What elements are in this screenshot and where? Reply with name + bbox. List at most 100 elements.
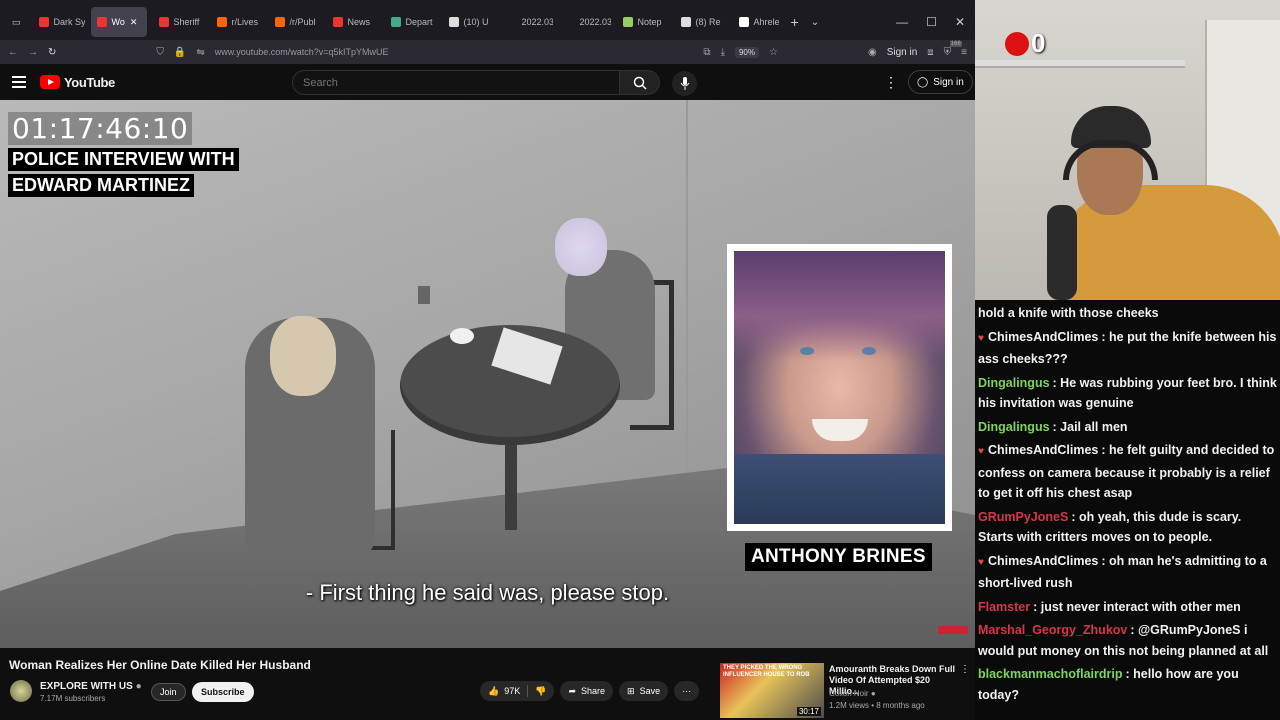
- tab-favicon-icon: [390, 17, 401, 27]
- voice-search-button[interactable]: [672, 71, 697, 96]
- browser-tab[interactable]: Notep: [617, 7, 669, 37]
- browser-tab[interactable]: Dark Sy: [33, 7, 85, 37]
- photo-image: [734, 251, 945, 524]
- tab-favicon-icon: [96, 17, 107, 27]
- chat-message: hold a knife with those cheeks: [978, 303, 1277, 324]
- browser-tab[interactable]: (8) Re: [675, 7, 727, 37]
- tab-overview-icon[interactable]: ▭: [0, 7, 33, 37]
- browser-tab[interactable]: r/Lives: [211, 7, 263, 37]
- chat-username[interactable]: GRumPyJoneS: [978, 510, 1068, 524]
- browser-tab[interactable]: News: [327, 7, 379, 37]
- shield-icon[interactable]: ⛉: [156, 47, 164, 58]
- user-circle-icon: ◯: [917, 76, 929, 88]
- video-overlay-title: POLICE INTERVIEW WITH EDWARD MARTINEZ: [8, 148, 239, 200]
- hamburger-menu-icon[interactable]: [12, 76, 26, 88]
- chat-username[interactable]: Dingalingus: [978, 420, 1050, 434]
- back-icon[interactable]: ←: [8, 47, 18, 58]
- chat-username[interactable]: ChimesAndClimes: [988, 330, 1098, 344]
- close-window-icon[interactable]: ✕: [955, 15, 965, 29]
- youtube-signin-button[interactable]: ◯ Sign in: [908, 70, 973, 94]
- chat-username[interactable]: Marshal_Georgy_Zhukov: [978, 623, 1127, 637]
- video-title: Woman Realizes Her Online Date Killed He…: [9, 658, 311, 672]
- save-button[interactable]: ⊞ Save: [619, 681, 669, 701]
- tab-list: Dark Sy Wo ✕ Sheriff r/Lives/r/Publ News Depar…: [33, 7, 785, 37]
- extensions-icon[interactable]: ⧈: [927, 47, 933, 58]
- chat-username[interactable]: blackmanmachoflairdrip: [978, 667, 1123, 681]
- stream-overlay-counter: 0: [1005, 28, 1045, 59]
- forward-icon[interactable]: →: [28, 47, 38, 58]
- browser-tab[interactable]: 2022.03.17: [559, 7, 611, 37]
- search-button[interactable]: [620, 70, 660, 95]
- tab-list-chevron-icon[interactable]: ⌄: [805, 7, 825, 37]
- tab-favicon-icon: [332, 17, 343, 27]
- settings-more-icon[interactable]: ⋮: [884, 74, 898, 91]
- heart-badge-icon: ♥: [978, 446, 984, 457]
- addon-badge-count: 166: [949, 40, 962, 47]
- overlay-title-line: POLICE INTERVIEW WITH: [8, 148, 239, 171]
- picture-in-picture-icon[interactable]: ⧉: [703, 47, 710, 58]
- verified-icon: ●: [870, 689, 876, 698]
- like-button[interactable]: 👍 97K 👎: [480, 681, 555, 701]
- tab-favicon-icon: [738, 17, 749, 27]
- recommended-channel-name: Colion Noir: [829, 689, 869, 698]
- youtube-logo-text: YouTube: [64, 74, 115, 90]
- chat-username[interactable]: ChimesAndClimes: [988, 443, 1098, 457]
- browser-tab[interactable]: 2022.03.17: [501, 7, 553, 37]
- reload-icon[interactable]: ↻: [48, 47, 56, 58]
- chat-message: ♥ ChimesAndClimes: he felt guilty and dec…: [978, 440, 1277, 504]
- heart-badge-icon: ♥: [978, 556, 984, 568]
- browser-tab[interactable]: Sheriff: [153, 7, 205, 37]
- tab-label: Depart: [405, 17, 433, 27]
- search-input[interactable]: [292, 70, 620, 95]
- video-timestamp: 01:17:46:10: [8, 112, 193, 145]
- new-tab-button[interactable]: +: [785, 7, 805, 37]
- video-player[interactable]: 01:17:46:10 POLICE INTERVIEW WITH EDWARD…: [0, 100, 975, 648]
- close-tab-icon[interactable]: ✕: [130, 17, 138, 28]
- chat-username[interactable]: Flamster: [978, 600, 1030, 614]
- channel-name[interactable]: EXPLORE WITH US ●: [40, 681, 142, 692]
- bookmark-star-icon[interactable]: ☆: [769, 47, 778, 58]
- minimize-icon[interactable]: —: [896, 15, 908, 29]
- youtube-logo[interactable]: YouTube: [40, 75, 115, 90]
- maximize-icon[interactable]: ☐: [926, 15, 937, 29]
- menu-icon[interactable]: ≡: [961, 47, 967, 58]
- photo-jacket: [734, 454, 945, 524]
- channel-avatar[interactable]: [10, 680, 32, 702]
- recommended-more-icon[interactable]: ⋮: [960, 664, 970, 675]
- table-leg: [505, 440, 517, 530]
- tab-favicon-icon: [564, 17, 575, 27]
- photo-eye: [800, 347, 814, 355]
- tracking-icon[interactable]: ⇋: [196, 47, 204, 58]
- share-button[interactable]: ➦ Share: [560, 681, 614, 701]
- more-actions-button[interactable]: ···: [674, 681, 700, 701]
- account-icon[interactable]: ◉: [868, 47, 877, 58]
- join-button[interactable]: Join: [151, 683, 186, 701]
- browser-tab[interactable]: Wo ✕: [90, 7, 147, 37]
- browser-tab[interactable]: /r/Publ: [269, 7, 321, 37]
- chat-username[interactable]: ChimesAndClimes: [988, 554, 1098, 568]
- download-icon[interactable]: ⤓: [721, 47, 725, 58]
- stream-overlay-icon: [1005, 31, 1029, 56]
- zoom-level[interactable]: 90%: [734, 46, 759, 58]
- browser-tab[interactable]: Ahrele: [733, 7, 785, 37]
- share-label: Share: [581, 686, 606, 696]
- browser-tab[interactable]: (10) U: [443, 7, 495, 37]
- recommended-thumbnail[interactable]: THEY PICKED THE WRONG INFLUENCER HOUSE T…: [720, 663, 824, 718]
- subscribe-button[interactable]: Subscribe: [192, 682, 254, 702]
- recommended-channel[interactable]: Colion Noir ●: [829, 689, 876, 698]
- url-field[interactable]: www.youtube.com/watch?v=q5kITpYMwUE: [215, 47, 389, 57]
- video-subtitle: - First thing he said was, please stop.: [305, 580, 670, 605]
- tab-label: r/Lives: [231, 17, 259, 27]
- browser-tab[interactable]: Depart: [385, 7, 437, 37]
- tab-label: (10) U: [463, 17, 489, 27]
- chat-message: ♥ ChimesAndClimes: oh man he's admitting …: [978, 551, 1277, 594]
- chat-message: Marshal_Georgy_Zhukov: @GRumPyJoneS i wo…: [978, 620, 1277, 661]
- tab-label: (8) Re: [695, 17, 721, 27]
- tab-favicon-icon: [274, 17, 285, 27]
- overlay-count: 0: [1031, 28, 1046, 58]
- chat-username[interactable]: Dingalingus: [978, 376, 1050, 390]
- addon-badge-icon[interactable]: ⛨ 166: [944, 40, 962, 58]
- thumbs-down-icon[interactable]: 👎: [535, 686, 546, 697]
- recommended-video[interactable]: THEY PICKED THE WRONG INFLUENCER HOUSE T…: [720, 660, 970, 718]
- browser-signin[interactable]: Sign in: [887, 47, 918, 58]
